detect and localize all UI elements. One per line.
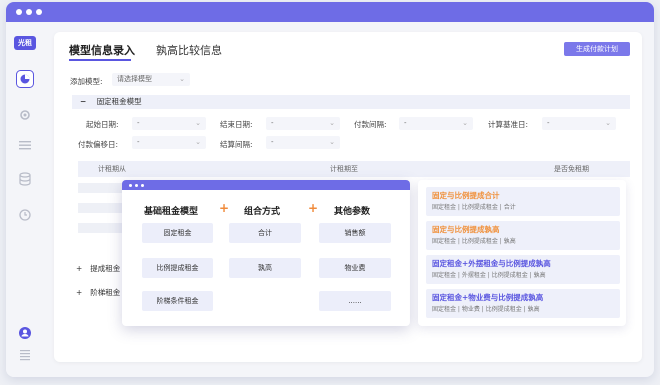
tab-compare-info[interactable]: 孰高比较信息 bbox=[156, 42, 222, 58]
column-header-to: 计租期至 bbox=[330, 165, 358, 173]
add-model-placeholder: 请选择模型 bbox=[117, 75, 152, 83]
param-more[interactable]: ...... bbox=[319, 291, 391, 311]
preset-card[interactable]: 固定租金+物业费与比例提成孰高 固定租金 | 物业费 | 比例提成租金 | 孰高 bbox=[426, 289, 620, 318]
param-sales[interactable]: 销售额 bbox=[319, 223, 391, 243]
start-date-label: 起始日期: bbox=[86, 120, 119, 129]
preset-card-tags: 固定租金 | 外摆租金 | 比例提成租金 | 孰高 bbox=[432, 272, 546, 279]
combine-method-column-title: 组合方式 bbox=[244, 207, 281, 217]
rent-period-table-header: 计租期从 计租期至 是否免租期 bbox=[78, 161, 630, 177]
add-model-label: 添加模型: bbox=[70, 77, 103, 86]
other-params-column-title: 其他参数 bbox=[334, 207, 371, 217]
settle-interval-label: 结算间隔: bbox=[220, 140, 253, 149]
preset-card-title: 固定与比例提成合计 bbox=[432, 191, 500, 200]
column-header-rent-free: 是否免租期 bbox=[554, 165, 589, 173]
commission-rent-expander[interactable]: + 提成租金 bbox=[76, 263, 120, 274]
collapse-icon[interactable]: − bbox=[80, 97, 86, 106]
preset-card-tags: 固定租金 | 比例提成租金 | 孰高 bbox=[432, 238, 516, 245]
preset-card[interactable]: 固定租金+外摆租金与比例提成孰高 固定租金 | 外摆租金 | 比例提成租金 | … bbox=[426, 255, 620, 284]
pay-offset-label: 付款偏移日: bbox=[78, 140, 119, 149]
tab-active-indicator bbox=[69, 59, 131, 61]
base-model-tiered-rent[interactable]: 阶梯条件租金 bbox=[142, 291, 213, 311]
end-date-input[interactable]: - ⌄ bbox=[266, 117, 340, 130]
expand-plus-icon: + bbox=[76, 288, 83, 297]
preset-card-title: 固定与比例提成孰高 bbox=[432, 225, 500, 234]
app-logo: 光租 bbox=[14, 36, 36, 50]
model-combination-popup: 基础租金模型 + 组合方式 + 其他参数 固定租金 比例提成租金 阶梯条件租金 … bbox=[122, 180, 410, 326]
menu-icon[interactable] bbox=[16, 346, 34, 364]
popup-title-bar bbox=[122, 180, 410, 190]
fixed-rent-section-header[interactable]: − 固定租金模型 bbox=[72, 95, 630, 109]
generate-payment-plan-button[interactable]: 生成付款计划 bbox=[564, 42, 630, 56]
base-model-column-title: 基础租金模型 bbox=[144, 207, 199, 217]
add-model-select[interactable]: 请选择模型 ⌄ bbox=[112, 73, 190, 86]
window-close-dot[interactable] bbox=[16, 9, 22, 15]
preset-card-title: 固定租金+物业费与比例提成孰高 bbox=[432, 293, 544, 302]
window-minimize-dot[interactable] bbox=[26, 9, 32, 15]
tiered-rent-expander[interactable]: + 阶梯租金 bbox=[76, 287, 120, 298]
combine-method-sum[interactable]: 合计 bbox=[229, 223, 301, 243]
preset-card-title: 固定租金+外摆租金与比例提成孰高 bbox=[432, 259, 551, 268]
sidebar: 光租 bbox=[6, 22, 44, 377]
title-bar bbox=[6, 2, 654, 22]
param-property-fee[interactable]: 物业费 bbox=[319, 258, 391, 278]
settle-interval-input[interactable]: - ⌄ bbox=[266, 136, 340, 149]
pay-interval-label: 付款间隔: bbox=[354, 120, 387, 129]
preset-card[interactable]: 固定与比例提成合计 固定租金 | 比例提成租金 | 合计 bbox=[426, 187, 620, 216]
window-maximize-dot[interactable] bbox=[36, 9, 42, 15]
calc-base-date-label: 计算基准日: bbox=[488, 120, 529, 129]
base-model-fixed-rent[interactable]: 固定租金 bbox=[142, 223, 213, 243]
plus-icon: + bbox=[219, 201, 230, 215]
pay-interval-input[interactable]: - ⌄ bbox=[399, 117, 473, 130]
pay-offset-input[interactable]: - ⌄ bbox=[132, 136, 206, 149]
tab-model-info[interactable]: 模型信息录入 bbox=[69, 42, 135, 58]
base-model-commission-rent[interactable]: 比例提成租金 bbox=[142, 258, 213, 278]
start-date-input[interactable]: - ⌄ bbox=[132, 117, 206, 130]
time-icon[interactable] bbox=[16, 206, 34, 224]
expand-plus-icon: + bbox=[76, 264, 83, 273]
dashboard-icon[interactable] bbox=[16, 70, 34, 88]
preset-card-tags: 固定租金 | 物业费 | 比例提成租金 | 孰高 bbox=[432, 306, 540, 313]
list-icon[interactable] bbox=[16, 136, 34, 154]
end-date-label: 结束日期: bbox=[220, 120, 253, 129]
column-header-from: 计租期从 bbox=[98, 165, 126, 173]
combine-method-max[interactable]: 孰高 bbox=[229, 258, 301, 278]
settings-icon[interactable] bbox=[16, 106, 34, 124]
preset-card-tags: 固定租金 | 比例提成租金 | 合计 bbox=[432, 204, 516, 211]
database-icon[interactable] bbox=[16, 170, 34, 188]
user-icon[interactable] bbox=[16, 324, 34, 342]
chevron-down-icon: ⌄ bbox=[179, 75, 185, 83]
fixed-rent-section-title: 固定租金模型 bbox=[96, 97, 142, 106]
combination-preset-panel: 固定与比例提成合计 固定租金 | 比例提成租金 | 合计 固定与比例提成孰高 固… bbox=[418, 180, 626, 326]
calc-base-date-input[interactable]: - ⌄ bbox=[542, 117, 616, 130]
preset-card[interactable]: 固定与比例提成孰高 固定租金 | 比例提成租金 | 孰高 bbox=[426, 221, 620, 250]
plus-icon: + bbox=[308, 201, 319, 215]
